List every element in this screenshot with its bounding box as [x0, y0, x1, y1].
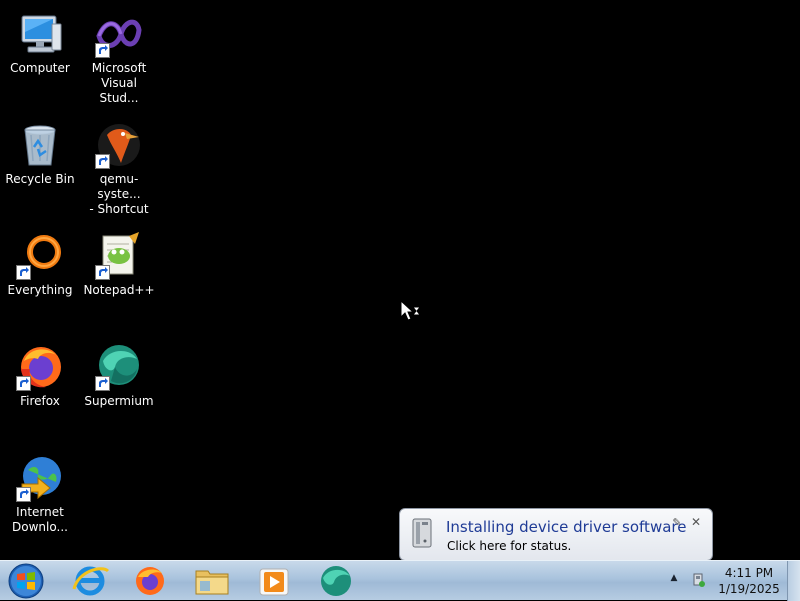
desktop-icon-everything[interactable]: Everything — [1, 226, 79, 326]
desktop-icon-label: Microsoft Visual Stud... — [91, 61, 147, 105]
desktop-icon-label: Everything — [7, 283, 73, 297]
shortcut-arrow-icon — [95, 376, 110, 391]
desktop-icon-label: Firefox — [20, 394, 60, 408]
shortcut-arrow-icon — [16, 376, 31, 391]
desktop-icon-internet-download-manager[interactable]: Internet Downlo... — [1, 448, 79, 548]
desktop-icon-recycle-bin[interactable]: Recycle Bin — [1, 115, 79, 215]
qemu-icon — [95, 121, 143, 169]
shortcut-arrow-icon — [95, 43, 110, 58]
firefox-icon — [16, 343, 64, 391]
desktop-icon-label: Internet Downlo... — [12, 505, 68, 534]
show-hidden-icons-button[interactable]: ▲ — [668, 573, 680, 585]
shortcut-arrow-icon — [95, 265, 110, 280]
desktop-icon-firefox[interactable]: Firefox — [1, 337, 79, 437]
desktop[interactable]: Computer Microsoft Visual Stud... Recycl… — [0, 0, 800, 573]
shortcut-arrow-icon — [16, 487, 31, 502]
network-icon[interactable] — [692, 572, 706, 588]
desktop-icon-computer[interactable]: Computer — [1, 4, 79, 104]
device-driver-icon — [412, 518, 432, 548]
desktop-icon-supermium[interactable]: Supermium — [80, 337, 158, 437]
wrench-icon[interactable]: ✎ — [670, 516, 684, 530]
balloon-close-button[interactable]: ✕ — [689, 515, 703, 529]
firefox-button[interactable] — [128, 563, 172, 599]
file-explorer-button[interactable] — [190, 563, 234, 599]
media-player-button[interactable] — [252, 563, 296, 599]
desktop-icon-visual-studio[interactable]: Microsoft Visual Stud... — [80, 4, 158, 105]
balloon-status-link[interactable]: Click here for status. — [447, 539, 571, 553]
taskbar: ▲ 4:11 PM 1/19/2025 — [0, 560, 800, 601]
shortcut-arrow-icon — [16, 265, 31, 280]
internet-download-manager-icon — [16, 454, 64, 502]
desktop-icon-label: Computer — [10, 61, 70, 75]
busy-cursor-icon — [400, 300, 421, 321]
internet-explorer-button[interactable] — [68, 563, 112, 599]
desktop-icon-label: Recycle Bin — [5, 172, 75, 186]
supermium-icon — [95, 343, 143, 391]
desktop-icon-label: Notepad++ — [83, 283, 155, 297]
clock-date: 1/19/2025 — [718, 582, 780, 596]
recycle-bin-icon — [16, 121, 64, 169]
desktop-icon-label: qemu-syste... - Shortcut — [89, 172, 149, 216]
show-desktop-button[interactable] — [787, 561, 800, 601]
desktop-icon-label: Supermium — [84, 394, 154, 408]
desktop-icon-qemu[interactable]: qemu-syste... - Shortcut — [80, 115, 158, 216]
driver-install-balloon[interactable]: Installing device driver software Click … — [399, 508, 713, 573]
everything-icon — [16, 232, 64, 280]
visual-studio-icon — [95, 10, 143, 58]
notepadpp-icon — [95, 232, 143, 280]
clock-time: 4:11 PM — [724, 566, 774, 580]
shortcut-arrow-icon — [95, 154, 110, 169]
balloon-title: Installing device driver software — [446, 518, 687, 536]
desktop-icon-notepadpp[interactable]: Notepad++ — [80, 226, 158, 326]
computer-icon — [16, 10, 64, 58]
clock[interactable]: 4:11 PM 1/19/2025 — [714, 565, 784, 597]
start-button[interactable] — [6, 562, 46, 600]
supermium-button[interactable] — [314, 563, 358, 599]
